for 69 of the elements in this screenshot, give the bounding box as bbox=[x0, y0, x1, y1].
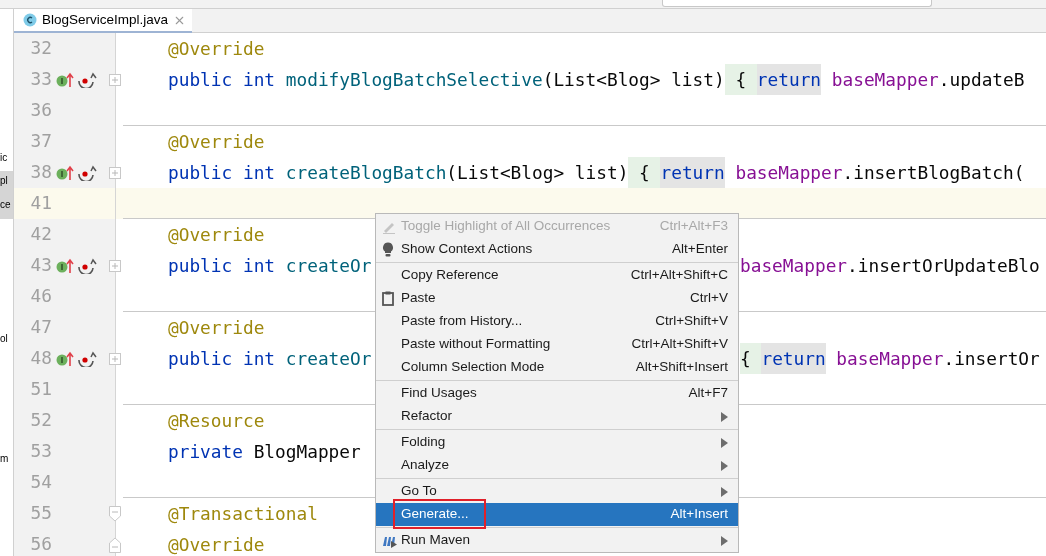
submenu-arrow-icon bbox=[721, 486, 728, 497]
line-number: 48 bbox=[29, 346, 52, 371]
code-line: @Resource bbox=[168, 409, 265, 433]
line-number: 38 bbox=[29, 160, 52, 185]
code-line: public int modifyBlogBatchSelective(List<Blog> list) { return baseMapper.updateB bbox=[168, 64, 1025, 95]
line-number: 47 bbox=[29, 315, 52, 340]
code-line: @Override bbox=[168, 533, 265, 556]
expand-fold-icon[interactable] bbox=[109, 166, 121, 179]
project-tree-item[interactable]: ic bbox=[0, 148, 13, 168]
override-markers-icon[interactable] bbox=[56, 350, 98, 367]
code-line: public int createOr bbox=[168, 347, 372, 371]
lightbulb-icon bbox=[382, 242, 394, 257]
code-line: public int createBlogBatch(List<Blog> list) { return baseMapper.insertBlogBatch( bbox=[168, 157, 1025, 188]
fold-end-icon[interactable] bbox=[109, 536, 121, 553]
collapse-fold-icon[interactable] bbox=[109, 505, 121, 522]
project-tree-item[interactable]: m bbox=[0, 449, 13, 469]
code-line: @Override bbox=[168, 223, 265, 247]
line-number: 36 bbox=[29, 98, 52, 123]
editor-tab[interactable]: BlogServiceImpl.java bbox=[14, 9, 193, 33]
override-markers-icon[interactable] bbox=[56, 71, 98, 88]
submenu-arrow-icon bbox=[721, 411, 728, 422]
menu-item[interactable]: Run Maven bbox=[376, 529, 738, 552]
code-line: { return baseMapper.insertOr bbox=[740, 343, 1040, 374]
line-number: 51 bbox=[29, 377, 52, 402]
menu-item[interactable]: Paste without Formatting Ctrl+Alt+Shift+V bbox=[376, 333, 738, 356]
menu-item[interactable]: Show Context Actions Alt+Enter bbox=[376, 238, 738, 261]
project-tree-item[interactable]: ol bbox=[0, 329, 13, 349]
line-number: 54 bbox=[29, 470, 52, 495]
class-file-icon bbox=[23, 13, 37, 27]
line-number: 56 bbox=[29, 532, 52, 556]
line-number: 41 bbox=[29, 191, 52, 216]
expand-fold-icon[interactable] bbox=[109, 73, 121, 86]
menu-item[interactable]: Go To bbox=[376, 480, 738, 503]
line-number: 55 bbox=[29, 501, 52, 526]
expand-fold-icon[interactable] bbox=[109, 259, 121, 272]
code-line: @Transactional bbox=[168, 502, 318, 526]
override-markers-icon[interactable] bbox=[56, 164, 98, 181]
line-number: 43 bbox=[29, 253, 52, 278]
clipboard-icon bbox=[382, 291, 394, 306]
code-line: public int createOr bbox=[168, 254, 372, 278]
menu-item[interactable]: Analyze bbox=[376, 454, 738, 477]
line-number: 52 bbox=[29, 408, 52, 433]
menu-item[interactable]: Paste from History... Ctrl+Shift+V bbox=[376, 310, 738, 333]
run-configuration-field[interactable] bbox=[662, 0, 932, 7]
menu-item[interactable]: Refactor bbox=[376, 405, 738, 428]
line-number: 32 bbox=[29, 36, 52, 61]
code-line: @Override bbox=[168, 316, 265, 340]
menu-item[interactable]: Find Usages Alt+F7 bbox=[376, 382, 738, 405]
code-line: private BlogMapper bbox=[168, 440, 361, 464]
menu-item[interactable]: Column Selection Mode Alt+Shift+Insert bbox=[376, 356, 738, 379]
submenu-arrow-icon bbox=[721, 437, 728, 448]
submenu-arrow-icon bbox=[721, 460, 728, 471]
line-number: 37 bbox=[29, 129, 52, 154]
line-number: 53 bbox=[29, 439, 52, 464]
code-line: baseMapper.insertOrUpdateBlo bbox=[740, 254, 1040, 278]
override-markers-icon[interactable] bbox=[56, 257, 98, 274]
tab-label: BlogServiceImpl.java bbox=[42, 10, 169, 29]
line-number: 42 bbox=[29, 222, 52, 247]
menu-item[interactable]: Copy Reference Ctrl+Alt+Shift+C bbox=[376, 264, 738, 287]
project-tree-item[interactable]: ce bbox=[0, 195, 13, 219]
code-line: @Override bbox=[168, 130, 265, 154]
submenu-arrow-icon bbox=[721, 535, 728, 546]
code-line: @Override bbox=[168, 37, 265, 61]
line-number: 46 bbox=[29, 284, 52, 309]
menu-item[interactable]: Folding bbox=[376, 431, 738, 454]
line-number: 33 bbox=[29, 67, 52, 92]
project-tree-item[interactable]: pl bbox=[0, 171, 13, 195]
menu-item[interactable]: Paste Ctrl+V bbox=[376, 287, 738, 310]
expand-fold-icon[interactable] bbox=[109, 352, 121, 365]
